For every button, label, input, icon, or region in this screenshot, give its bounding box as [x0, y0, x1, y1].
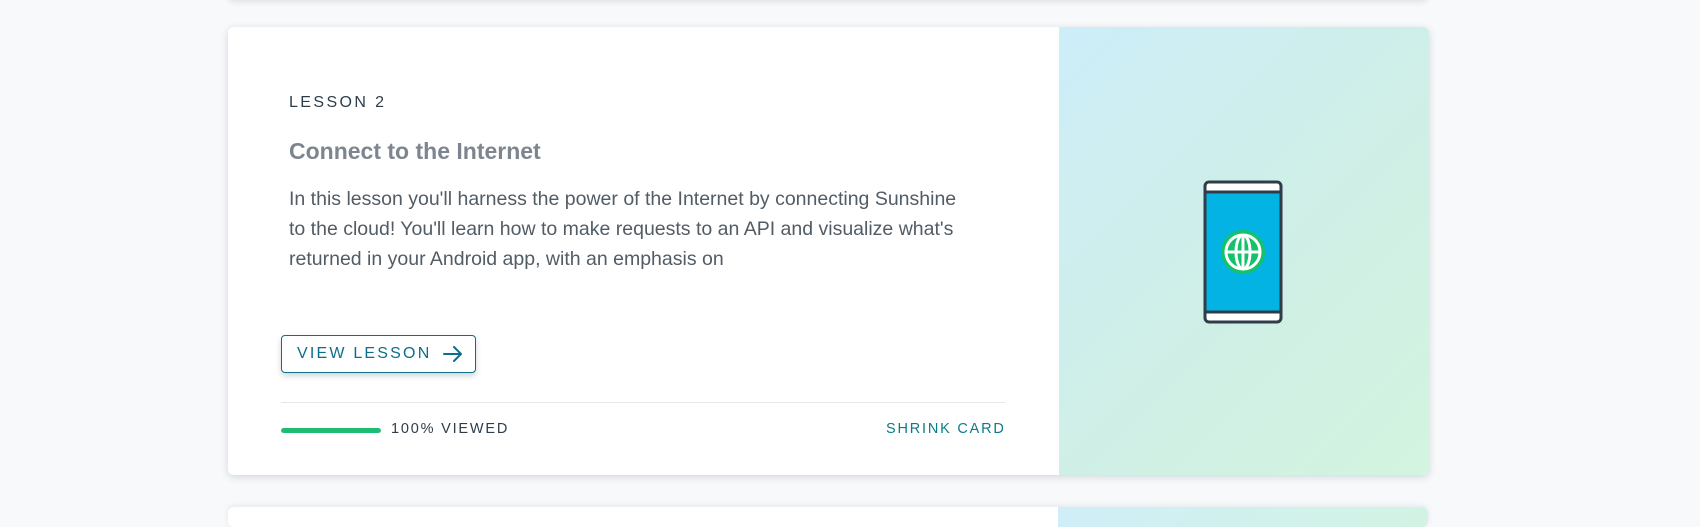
arrow-right-icon [443, 346, 463, 362]
next-lesson-card [228, 507, 1428, 527]
progress-bar [281, 428, 381, 433]
view-lesson-button[interactable]: VIEW LESSON [281, 335, 476, 373]
lesson-title: Connect to the Internet [289, 138, 541, 164]
lesson-illustration-panel [1059, 27, 1429, 475]
view-lesson-label: VIEW LESSON [297, 345, 432, 362]
lesson-description: In this lesson you'll harness the power … [289, 188, 957, 270]
card-footer-divider [281, 402, 1005, 403]
lesson-card: LESSON 2 Connect to the Internet In this… [228, 27, 1429, 475]
shrink-card-link[interactable]: SHRINK CARD [886, 421, 1006, 437]
progress-bar-fill [281, 428, 381, 433]
lesson-card-body: LESSON 2 Connect to the Internet In this… [228, 27, 1059, 475]
next-lesson-illustration [1058, 507, 1428, 527]
lesson-number: LESSON 2 [289, 94, 387, 111]
progress-label: 100% VIEWED [391, 421, 510, 437]
phone-globe-icon [1203, 180, 1283, 329]
